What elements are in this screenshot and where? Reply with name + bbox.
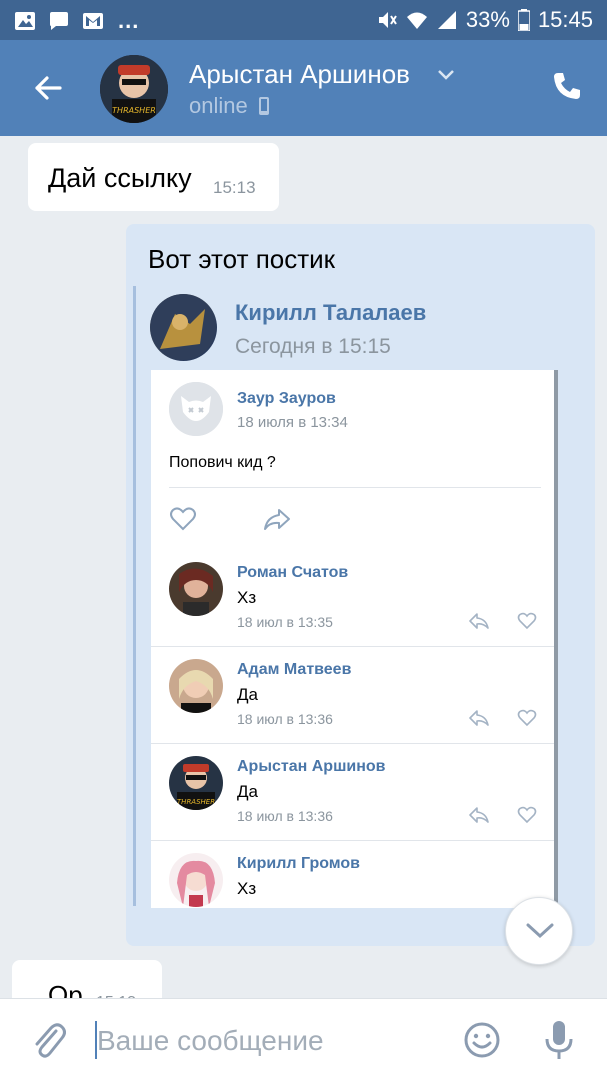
share-icon[interactable] bbox=[263, 507, 291, 531]
message-text: Дай ссылку bbox=[48, 163, 192, 193]
svg-text:THRASHER: THRASHER bbox=[177, 798, 215, 806]
repost-author-name[interactable]: Кирилл Талалаев bbox=[235, 300, 426, 326]
post-author-name[interactable]: Заур Зауров bbox=[237, 390, 336, 408]
contact-status: online bbox=[189, 93, 270, 119]
mobile-icon bbox=[258, 97, 269, 115]
heart-icon[interactable] bbox=[517, 709, 537, 727]
reply-icon[interactable] bbox=[469, 612, 489, 630]
microphone-icon[interactable] bbox=[542, 1019, 576, 1061]
comment-date: 18 июл в 13:35 bbox=[237, 614, 333, 630]
phone-icon[interactable] bbox=[551, 70, 583, 102]
message-time: 15:13 bbox=[213, 178, 256, 197]
svg-text:THRASHER: THRASHER bbox=[112, 106, 156, 115]
contact-name[interactable]: Арыстан Аршинов bbox=[189, 59, 410, 90]
comment-avatar[interactable] bbox=[169, 562, 223, 616]
chat-icon bbox=[50, 12, 68, 30]
gmail-icon bbox=[83, 13, 103, 29]
reply-icon[interactable] bbox=[469, 709, 489, 727]
online-label: online bbox=[189, 93, 248, 118]
scroll-to-bottom-button[interactable] bbox=[505, 897, 573, 965]
message-text: Вот этот постик bbox=[148, 244, 336, 274]
comment-text: Да bbox=[237, 782, 258, 801]
comment-author[interactable]: Адам Матвеев bbox=[237, 661, 351, 679]
post-author-avatar[interactable] bbox=[169, 382, 223, 436]
signal-icon bbox=[437, 11, 456, 29]
comment-author[interactable]: Роман Счатов bbox=[237, 564, 348, 582]
comment[interactable]: Роман Счатов Хз 18 июл в 13:35 bbox=[151, 550, 554, 647]
comment-avatar[interactable] bbox=[169, 853, 223, 907]
comment-avatar[interactable]: THRASHER bbox=[169, 756, 223, 810]
post-text: Попович кид ? bbox=[169, 454, 276, 471]
post-date: 18 июля в 13:34 bbox=[237, 414, 348, 431]
status-bar: ... 33% 15:45 bbox=[0, 0, 607, 40]
contact-avatar[interactable]: THRASHER bbox=[100, 55, 168, 123]
comment[interactable]: THRASHER Арыстан Аршинов Да 18 июл в 13:… bbox=[151, 744, 554, 841]
repost-bar bbox=[133, 286, 136, 906]
emoji-icon[interactable] bbox=[463, 1021, 501, 1059]
repost-author-avatar[interactable] bbox=[150, 294, 217, 361]
paperclip-icon[interactable] bbox=[30, 1021, 66, 1061]
comment-text: Хз bbox=[237, 588, 257, 607]
back-arrow-icon[interactable] bbox=[30, 70, 66, 106]
battery-percent: 33% bbox=[465, 7, 510, 32]
message-composer: Ваше сообщение bbox=[0, 998, 607, 1080]
mute-icon bbox=[378, 12, 397, 28]
comment-author[interactable]: Арыстан Аршинов bbox=[237, 758, 386, 776]
clock: 15:45 bbox=[537, 7, 593, 32]
image-icon bbox=[15, 12, 35, 30]
heart-icon[interactable] bbox=[169, 507, 197, 531]
reposted-post[interactable]: Заур Зауров 18 июля в 13:34 Попович кид … bbox=[151, 370, 558, 908]
outgoing-message[interactable]: Вот этот постик Кирилл Талалаев Сегодня … bbox=[126, 224, 595, 946]
chat-header: THRASHER Арыстан Аршинов online bbox=[0, 40, 607, 136]
comment-text: Хз bbox=[237, 879, 257, 898]
comment-date: 18 июл в 13:36 bbox=[237, 808, 333, 824]
comment[interactable]: Кирилл Громов Хз bbox=[151, 841, 554, 908]
more-notifications: ... bbox=[118, 8, 140, 33]
comment-author[interactable]: Кирилл Громов bbox=[237, 855, 360, 873]
heart-icon[interactable] bbox=[517, 806, 537, 824]
comment-text: Да bbox=[237, 685, 258, 704]
battery-icon bbox=[517, 9, 530, 31]
incoming-message[interactable]: Дай ссылку 15:13 bbox=[28, 143, 279, 211]
comment-avatar[interactable] bbox=[169, 659, 223, 713]
reply-icon[interactable] bbox=[469, 806, 489, 824]
divider bbox=[169, 487, 541, 488]
message-input[interactable]: Ваше сообщение bbox=[97, 1025, 324, 1057]
comment[interactable]: Адам Матвеев Да 18 июл в 13:36 bbox=[151, 647, 554, 744]
comment-date: 18 июл в 13:36 bbox=[237, 711, 333, 727]
embed-scrollbar[interactable] bbox=[554, 370, 558, 908]
chevron-down-icon bbox=[526, 923, 554, 939]
chevron-down-icon[interactable] bbox=[436, 68, 456, 82]
wifi-icon bbox=[406, 12, 427, 29]
heart-icon[interactable] bbox=[517, 612, 537, 630]
repost-date: Сегодня в 15:15 bbox=[235, 335, 391, 358]
